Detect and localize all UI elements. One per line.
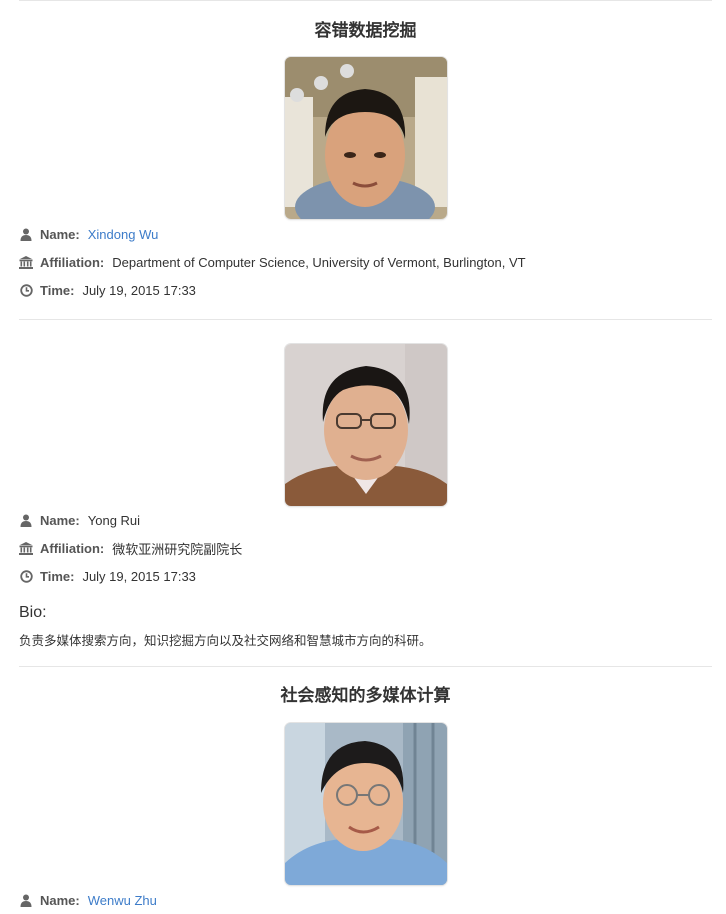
speaker-photo bbox=[284, 57, 447, 219]
time-value: July 19, 2015 17:33 bbox=[82, 568, 196, 584]
speaker-name-link[interactable]: Wenwu Zhu bbox=[88, 893, 157, 908]
affiliation-value: Department of Computer Science, Universi… bbox=[112, 254, 526, 270]
name-label: Name: bbox=[40, 226, 80, 242]
speaker-list: 容错数据挖掘 Name: Xindong Wu Affiliation: Dep… bbox=[19, 0, 712, 914]
speaker-photo-image bbox=[284, 57, 447, 219]
speaker-photo bbox=[284, 723, 447, 885]
clock-icon bbox=[19, 569, 33, 583]
speaker-info: Name: Xindong Wu Affiliation: Department… bbox=[19, 220, 712, 304]
affiliation-row: Affiliation: 微软亚洲研究院副院长 bbox=[19, 534, 712, 562]
affiliation-row: Affiliation: Department of Computer Scie… bbox=[19, 248, 712, 276]
speaker-photo-image bbox=[284, 344, 447, 506]
speaker-info: Name: Yong Rui Affiliation: 微软亚洲研究院副院长 T… bbox=[19, 506, 712, 590]
affiliation-label: Affiliation: bbox=[40, 540, 105, 556]
clock-icon bbox=[19, 283, 33, 297]
time-row: Time: July 19, 2015 17:33 bbox=[19, 562, 712, 590]
talk-title: 容错数据挖掘 bbox=[314, 21, 417, 40]
name-label: Name: bbox=[40, 512, 80, 528]
speaker-name: Yong Rui bbox=[87, 512, 141, 528]
name-row: Name: Xindong Wu bbox=[19, 220, 712, 248]
speaker-info: Name: Wenwu Zhu bbox=[19, 886, 712, 914]
time-label: Time: bbox=[40, 282, 75, 298]
bio-section: Bio: 负责多媒体搜索方向，知识挖掘方向以及社交网络和智慧城市方向的科研。 bbox=[19, 602, 712, 651]
talk-title: 社会感知的多媒体计算 bbox=[280, 686, 451, 705]
institution-icon bbox=[19, 255, 33, 269]
institution-icon bbox=[19, 541, 33, 555]
user-icon bbox=[19, 227, 33, 241]
bio-heading: Bio: bbox=[19, 604, 47, 621]
talk-card: 社会感知的多媒体计算 Name: Wenwu Zhu bbox=[19, 667, 712, 914]
talk-card: Name: Yong Rui Affiliation: 微软亚洲研究院副院长 T… bbox=[19, 320, 712, 651]
bio-text: 负责多媒体搜索方向，知识挖掘方向以及社交网络和智慧城市方向的科研。 bbox=[19, 634, 432, 648]
speaker-photo bbox=[284, 344, 447, 506]
name-label: Name: bbox=[40, 892, 80, 908]
name-row: Name: Wenwu Zhu bbox=[19, 886, 712, 914]
affiliation-label: Affiliation: bbox=[40, 254, 105, 270]
time-value: July 19, 2015 17:33 bbox=[82, 282, 196, 298]
speaker-name-link[interactable]: Xindong Wu bbox=[88, 227, 159, 242]
time-label: Time: bbox=[40, 568, 75, 584]
time-row: Time: July 19, 2015 17:33 bbox=[19, 276, 712, 304]
talk-card: 容错数据挖掘 Name: Xindong Wu Affiliation: Dep… bbox=[19, 1, 712, 304]
speaker-photo-image bbox=[284, 723, 447, 885]
name-row: Name: Yong Rui bbox=[19, 506, 712, 534]
user-icon bbox=[19, 893, 33, 907]
affiliation-value: 微软亚洲研究院副院长 bbox=[112, 541, 243, 557]
user-icon bbox=[19, 513, 33, 527]
